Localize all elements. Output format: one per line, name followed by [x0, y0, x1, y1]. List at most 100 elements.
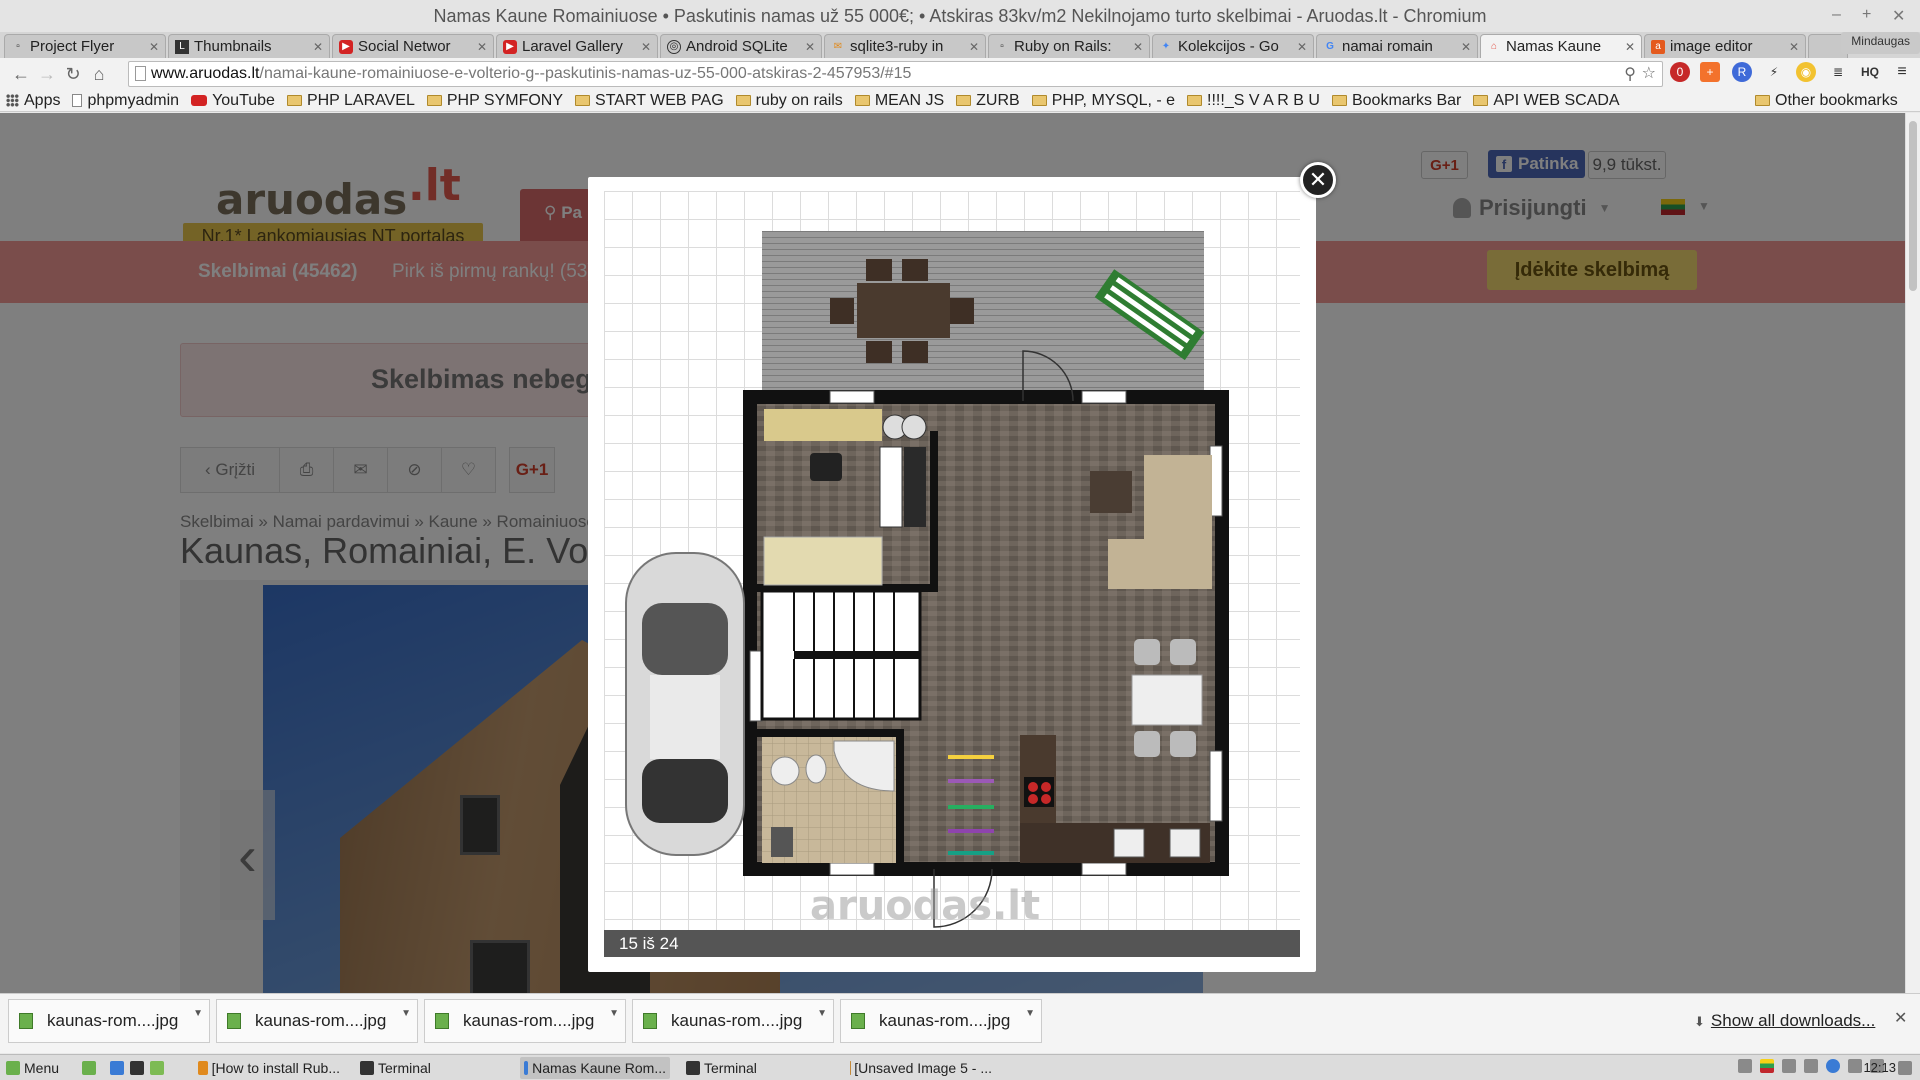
files-launcher-icon[interactable]: [150, 1061, 164, 1075]
star-icon[interactable]: ☆: [1642, 63, 1656, 83]
tab-project-flyer[interactable]: ▫ Project Flyer ✕: [4, 34, 166, 58]
bookmark-phpmyadmin[interactable]: phpmyadmin: [72, 92, 179, 110]
minimize-button[interactable]: –: [1832, 6, 1841, 24]
menu-icon[interactable]: ≡: [1892, 62, 1912, 82]
tab-android-sqlite[interactable]: ◎ Android SQLite ✕: [660, 34, 822, 58]
network-icon[interactable]: [1826, 1059, 1840, 1073]
tab-namai-romain[interactable]: Gnamai romain ✕: [1316, 34, 1478, 58]
close-tab-icon[interactable]: ✕: [1297, 40, 1307, 54]
close-tab-icon[interactable]: ✕: [1625, 40, 1635, 54]
tab-sqlite3-ruby[interactable]: ✉ sqlite3-ruby in ✕: [824, 34, 986, 58]
chevron-down-icon[interactable]: ▼: [1025, 1008, 1035, 1019]
bookmark-ruby-on-rails[interactable]: ruby on rails: [735, 92, 843, 110]
window-title: Namas Kaune Romainiuose • Paskutinis nam…: [433, 5, 1487, 26]
r-extension-icon[interactable]: R: [1732, 62, 1752, 82]
back-arrow-icon[interactable]: ←: [8, 61, 34, 87]
download-item[interactable]: kaunas-rom....jpg ▼: [8, 999, 210, 1043]
bookmark-start-web-page[interactable]: START WEB PAG: [575, 92, 724, 110]
pen-icon[interactable]: [1782, 1059, 1796, 1073]
volume-icon[interactable]: [1804, 1059, 1818, 1073]
close-tab-icon[interactable]: ✕: [641, 40, 651, 54]
download-item[interactable]: kaunas-rom....jpg ▼: [216, 999, 418, 1043]
hq-extension-icon[interactable]: HQ: [1860, 62, 1880, 82]
reload-icon[interactable]: ↻: [60, 61, 86, 87]
close-tab-icon[interactable]: ✕: [1461, 40, 1471, 54]
browser-launcher-icon[interactable]: [110, 1061, 124, 1075]
tab-kolekcijos[interactable]: ✦ Kolekcijos - Go ✕: [1152, 34, 1314, 58]
home-icon[interactable]: ⌂: [86, 61, 112, 87]
chevron-down-icon[interactable]: ▼: [609, 1008, 619, 1019]
other-bookmarks[interactable]: Other bookmarks: [1755, 92, 1898, 110]
bookmark-php-symfony[interactable]: PHP SYMFONY: [426, 92, 563, 110]
youtube-icon: ▶: [503, 39, 517, 54]
close-download-bar-icon[interactable]: ✕: [1894, 1008, 1907, 1028]
tab-laravel-gallery[interactable]: ▶ Laravel Gallery ✕: [496, 34, 658, 58]
mint-logo-icon: [6, 1061, 20, 1075]
show-desktop-icon[interactable]: [1898, 1061, 1912, 1075]
close-window-button[interactable]: ✕: [1892, 6, 1905, 26]
chromium-icon: [524, 1061, 529, 1075]
desktop-icon[interactable]: [82, 1061, 96, 1075]
start-menu-button[interactable]: Menu: [2, 1057, 63, 1079]
close-tab-icon[interactable]: ✕: [1789, 40, 1799, 54]
bookmark-zurb[interactable]: ZURB: [956, 92, 1020, 110]
shield-icon[interactable]: [1848, 1059, 1862, 1073]
tab-ruby-on-rails[interactable]: ▫ Ruby on Rails: ✕: [988, 34, 1150, 58]
link-extension-icon[interactable]: ⚡: [1764, 62, 1784, 82]
bookmark-php-laravel[interactable]: PHP LARAVEL: [286, 92, 415, 110]
close-tab-icon[interactable]: ✕: [313, 40, 323, 54]
plus-extension-icon[interactable]: +: [1700, 62, 1720, 82]
forward-arrow-icon[interactable]: →: [34, 61, 60, 87]
bookmark-mean-js[interactable]: MEAN JS: [854, 92, 944, 110]
maximize-button[interactable]: +: [1862, 6, 1871, 24]
bookmark-bookmarks-bar[interactable]: Bookmarks Bar: [1331, 92, 1461, 110]
close-tab-icon[interactable]: ✕: [1133, 40, 1143, 54]
download-item[interactable]: kaunas-rom....jpg ▼: [840, 999, 1042, 1043]
bookmark-api-web-scada[interactable]: API WEB SCADA: [1473, 92, 1620, 110]
chrome-extension-icon[interactable]: ◉: [1796, 62, 1816, 82]
editor-icon: [198, 1061, 208, 1075]
download-icon: ⬇: [1694, 1014, 1705, 1029]
taskbar-window[interactable]: [How to install Rub...: [194, 1057, 344, 1079]
youtube-icon: [191, 95, 208, 106]
keyboard-layout-icon[interactable]: [1760, 1059, 1774, 1073]
zoom-icon[interactable]: ⚲: [1624, 64, 1636, 84]
close-tab-icon[interactable]: ✕: [805, 40, 815, 54]
tab-namas-kaune[interactable]: ⌂ Namas Kaune ✕: [1480, 34, 1642, 58]
user-icon[interactable]: [1738, 1059, 1752, 1073]
tab-social-network[interactable]: ▶ Social Networ ✕: [332, 34, 494, 58]
taskbar-window[interactable]: Terminal: [356, 1057, 506, 1079]
page-scrollbar[interactable]: [1905, 113, 1920, 993]
bookmark-apps[interactable]: Apps: [6, 92, 60, 110]
tab-thumbnails[interactable]: L Thumbnails ✕: [168, 34, 330, 58]
taskbar-window[interactable]: Namas Kaune Rom...: [520, 1057, 670, 1079]
folder-icon: [956, 95, 972, 106]
chevron-down-icon[interactable]: ▼: [193, 1008, 203, 1019]
taskbar-window[interactable]: Terminal: [682, 1057, 832, 1079]
close-tab-icon[interactable]: ✕: [149, 40, 159, 54]
folder-icon: [1473, 95, 1489, 106]
tab-image-editor[interactable]: a image editor ✕: [1644, 34, 1806, 58]
taskbar-window[interactable]: [Unsaved Image 5 - ...: [846, 1057, 996, 1079]
close-tab-icon[interactable]: ✕: [969, 40, 979, 54]
address-bar[interactable]: www.aruodas.lt/namai-kaune-romainiuose-e…: [128, 61, 1663, 87]
bookmark-php-mysql[interactable]: PHP, MYSQL, - e: [1031, 92, 1175, 110]
stack-extension-icon[interactable]: ≣: [1828, 62, 1848, 82]
close-lightbox-icon[interactable]: ✕: [1300, 162, 1336, 198]
image-file-icon: [851, 1013, 865, 1029]
close-tab-icon[interactable]: ✕: [477, 40, 487, 54]
terminal-launcher-icon[interactable]: [130, 1061, 144, 1075]
lightbox: aruodas.lt 15 iš 24 ✕: [588, 162, 1336, 972]
profile-button[interactable]: Mindaugas: [1841, 32, 1920, 54]
bookmark-youtube[interactable]: YouTube: [191, 92, 275, 110]
chevron-down-icon[interactable]: ▼: [401, 1008, 411, 1019]
download-item[interactable]: kaunas-rom....jpg ▼: [424, 999, 626, 1043]
download-item[interactable]: kaunas-rom....jpg ▼: [632, 999, 834, 1043]
adblock-icon[interactable]: 0: [1670, 62, 1690, 82]
show-all-downloads-link[interactable]: ⬇ Show all downloads...: [1694, 1011, 1875, 1031]
chevron-down-icon[interactable]: ▼: [817, 1008, 827, 1019]
folder-icon: [1187, 95, 1203, 106]
system-tray: [1730, 1059, 1884, 1073]
bookmark-svarbu[interactable]: !!!!_S V A R B U: [1187, 92, 1320, 110]
url-host: www.aruodas.lt: [151, 65, 260, 82]
